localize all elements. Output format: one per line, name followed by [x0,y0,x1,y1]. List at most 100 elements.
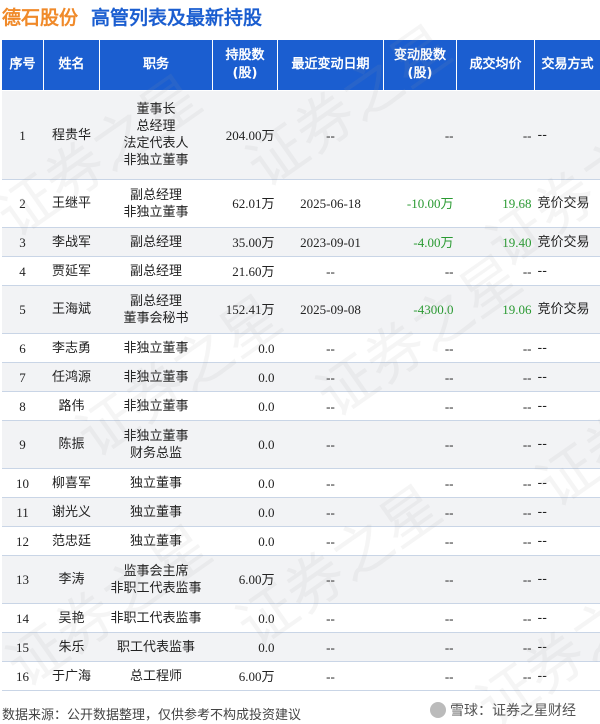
position-cell: 副总经理 董事会秘书 [99,285,213,334]
column-header-col-index: 序号 [1,39,44,91]
avg-price-cell: -- [456,420,535,469]
page-title: 高管列表及最新持股 [91,7,263,29]
holding-cell: 35.00万 [212,227,278,257]
position-cell: 副总经理 非独立董事 [99,179,213,228]
position-cell: 监事会主席 非职工代表监事 [99,555,213,604]
position-cell: 董事长 总经理 法定代表人 非独立董事 [99,90,213,180]
table-row: 10 柳喜军 独立董事 0.0 -- -- -- -- [1,468,600,498]
name-cell: 程贵华 [43,90,100,180]
index-cell: 7 [1,362,44,392]
holding-cell: 0.0 [212,468,278,498]
position-cell: 非独立董事 财务总监 [99,420,213,469]
trade-type-cell: -- [534,333,600,363]
name-cell: 谢光义 [43,497,100,527]
avg-price-cell: -- [456,90,535,180]
change-shares-cell: -4300.0 [383,285,457,334]
name-cell: 朱乐 [43,632,100,662]
snowball-logo-icon [430,702,446,718]
name-cell: 王继平 [43,179,100,228]
change-shares-cell: -- [383,632,457,662]
holding-cell: 62.01万 [212,179,278,228]
executive-holdings-table: 序号 姓名 职务 持股数 (股) 最近变动日期 变动股数 (股) 成交均价 交易方式 1 程贵华… [1,39,600,691]
avg-price-cell: -- [456,632,535,662]
position-cell: 副总经理 [99,227,213,257]
avg-price-cell: 19.06 [456,285,535,334]
avg-price-cell: -- [456,362,535,392]
holding-cell: 0.0 [212,362,278,392]
avg-price-cell: -- [456,468,535,498]
change-shares-cell: -- [383,661,457,691]
holding-cell: 0.0 [212,420,278,469]
change-shares-cell: -- [383,468,457,498]
table-row: 9 陈振 非独立董事 财务总监 0.0 -- -- -- -- [1,420,600,469]
name-cell: 吴艳 [43,603,100,633]
avg-price-cell: -- [456,256,535,286]
index-cell: 3 [1,227,44,257]
table-row: 6 李志勇 非独立董事 0.0 -- -- -- -- [1,333,600,363]
position-cell: 独立董事 [99,468,213,498]
holding-cell: 6.00万 [212,555,278,604]
holding-cell: 0.0 [212,333,278,363]
trade-type-cell: 竞价交易 [534,285,600,334]
change-shares-cell: -- [383,333,457,363]
index-cell: 11 [1,497,44,527]
holding-cell: 21.60万 [212,256,278,286]
avg-price-cell: 19.40 [456,227,535,257]
change-date-cell: -- [277,555,384,604]
position-cell: 独立董事 [99,497,213,527]
change-date-cell: 2025-09-08 [277,285,384,334]
name-cell: 贾延军 [43,256,100,286]
change-shares-cell: -- [383,555,457,604]
title-bar: 德石股份 高管列表及最新持股 [0,0,600,34]
trade-type-cell: -- [534,362,600,392]
holding-cell: 0.0 [212,526,278,556]
change-shares-cell: -- [383,420,457,469]
change-date-cell: -- [277,420,384,469]
holding-cell: 0.0 [212,603,278,633]
company-name: 德石股份 [2,7,79,29]
change-shares-cell: -- [383,497,457,527]
avg-price-cell: -- [456,333,535,363]
index-cell: 8 [1,391,44,421]
change-shares-cell: -- [383,391,457,421]
change-date-cell: -- [277,603,384,633]
index-cell: 13 [1,555,44,604]
change-date-cell: -- [277,90,384,180]
column-header-col-change-shares: 变动股数 (股) [383,39,457,91]
trade-type-cell: -- [534,90,600,180]
brand-credit: 雪球：证券之星财经 [430,700,576,720]
name-cell: 李战军 [43,227,100,257]
table-row: 4 贾延军 副总经理 21.60万 -- -- -- -- [1,256,600,286]
table-row: 5 王海斌 副总经理 董事会秘书 152.41万 2025-09-08 -4300.0 19… [1,285,600,334]
position-cell: 非独立董事 [99,391,213,421]
avg-price-cell: -- [456,555,535,604]
change-date-cell: 2023-09-01 [277,227,384,257]
avg-price-cell: 19.68 [456,179,535,228]
name-cell: 李志勇 [43,333,100,363]
trade-type-cell: -- [534,555,600,604]
change-shares-cell: -- [383,90,457,180]
table-row: 7 任鸿源 非独立董事 0.0 -- -- -- -- [1,362,600,392]
change-shares-cell: -- [383,362,457,392]
trade-type-cell: 竞价交易 [534,179,600,228]
name-cell: 路伟 [43,391,100,421]
holding-cell: 204.00万 [212,90,278,180]
change-date-cell: -- [277,333,384,363]
position-cell: 非独立董事 [99,362,213,392]
position-cell: 职工代表监事 [99,632,213,662]
table-header-row: 序号 姓名 职务 持股数 (股) 最近变动日期 变动股数 (股) 成交均价 交易方式 [1,39,600,91]
index-cell: 12 [1,526,44,556]
change-date-cell: -- [277,468,384,498]
name-cell: 李涛 [43,555,100,604]
change-date-cell: -- [277,632,384,662]
index-cell: 14 [1,603,44,633]
index-cell: 5 [1,285,44,334]
avg-price-cell: -- [456,497,535,527]
index-cell: 15 [1,632,44,662]
holding-cell: 0.0 [212,497,278,527]
change-shares-cell: -- [383,526,457,556]
trade-type-cell: -- [534,603,600,633]
table-row: 8 路伟 非独立董事 0.0 -- -- -- -- [1,391,600,421]
holding-cell: 0.0 [212,391,278,421]
avg-price-cell: -- [456,391,535,421]
